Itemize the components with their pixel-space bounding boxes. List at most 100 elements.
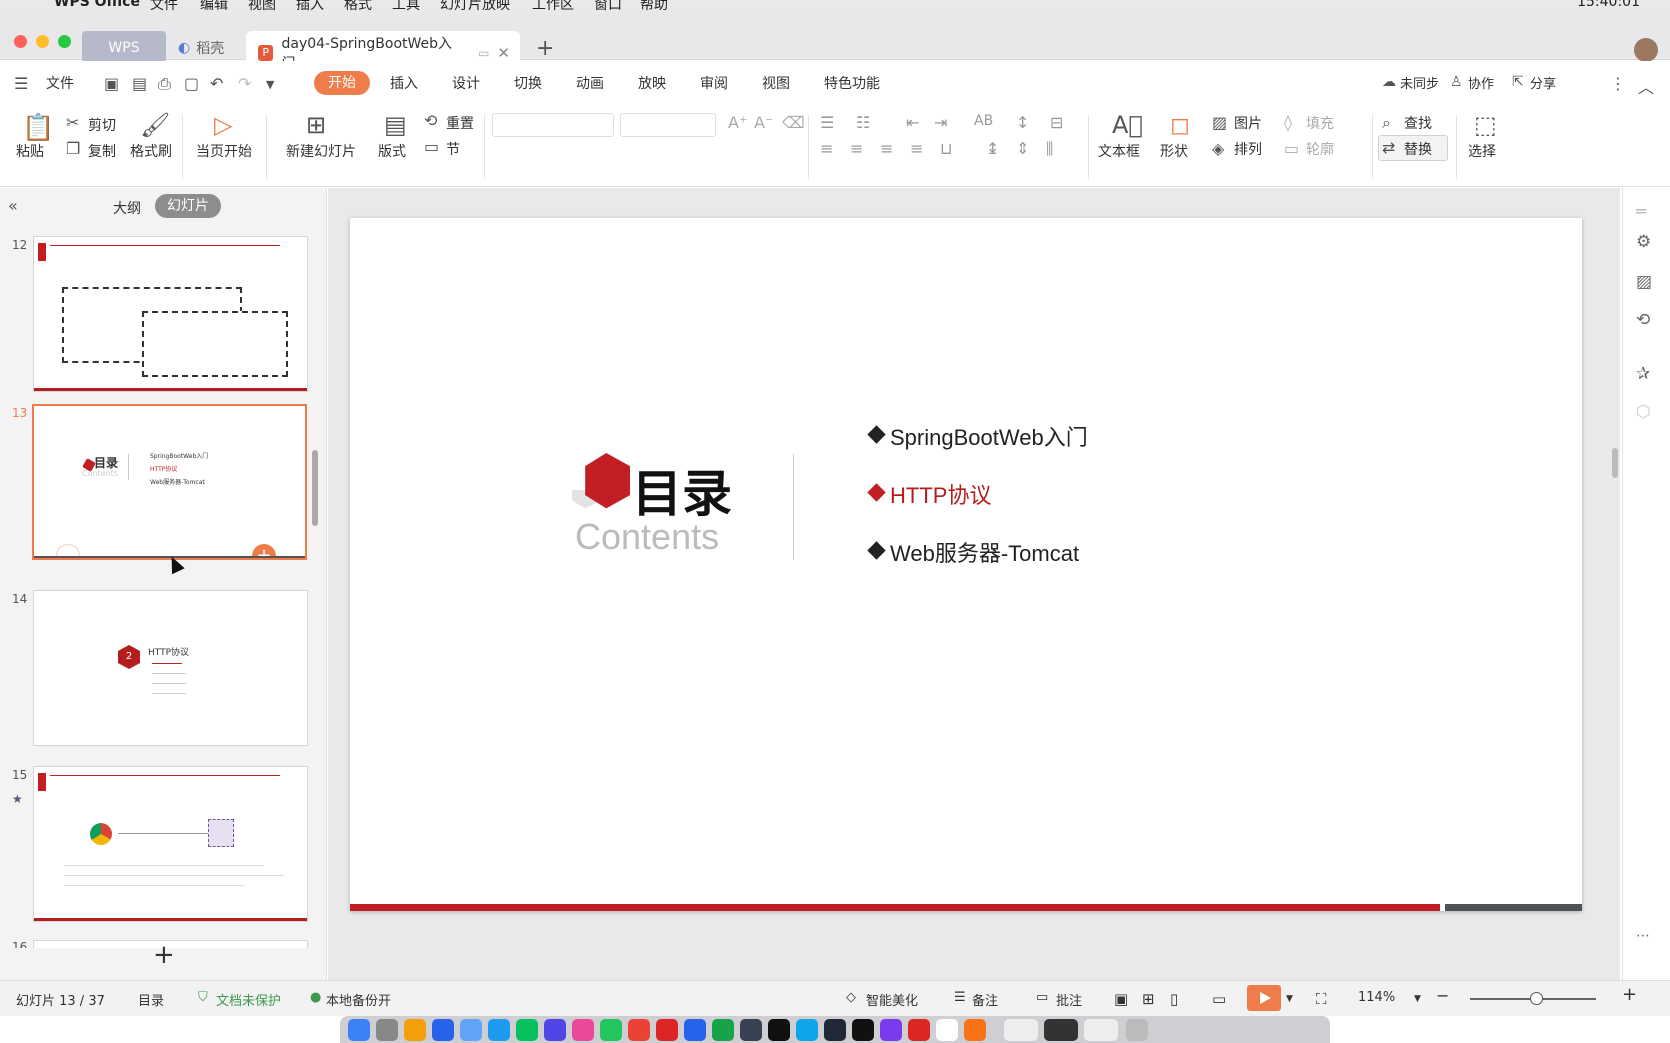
image-library-icon[interactable]: ▨ [1636, 272, 1652, 292]
close-window-button[interactable] [14, 35, 27, 48]
shape-button[interactable]: 形状 [1160, 141, 1188, 161]
datagrip-icon[interactable] [852, 1019, 874, 1041]
menubar-app-name[interactable]: WPS Office [54, 0, 140, 10]
smart-beautify-button[interactable]: 智能美化 [866, 990, 918, 1009]
zoom-in-icon[interactable]: + [1622, 984, 1637, 1005]
zoom-level[interactable]: 114% [1358, 990, 1395, 1005]
increase-indent-icon[interactable]: ⇥ [934, 113, 947, 132]
bullet-list-icon[interactable]: ☰ [820, 113, 834, 132]
tab-slides[interactable]: 幻灯片 [155, 194, 221, 218]
app-icon[interactable] [432, 1019, 454, 1041]
play-from-current-icon[interactable]: ▷ [214, 111, 232, 139]
zoom-window-button[interactable] [58, 35, 71, 48]
canvas-scrollbar[interactable] [1610, 188, 1620, 980]
find-button[interactable]: 查找 [1404, 113, 1432, 133]
paragraph-spacing-icon[interactable]: ⇕ [1016, 139, 1029, 158]
layout-button[interactable]: 版式 [378, 141, 406, 161]
collab-button[interactable]: 协作 [1468, 73, 1494, 92]
line-spacing-icon[interactable]: ↨ [986, 139, 999, 158]
tab-pin-icon[interactable]: ▭ [478, 46, 489, 60]
format-painter-button[interactable]: 格式刷 [130, 141, 172, 161]
app-icon[interactable] [544, 1019, 566, 1041]
tab-outline[interactable]: 大纲 [113, 198, 141, 218]
section-icon[interactable]: ▭ [424, 137, 439, 156]
collapse-panel-icon[interactable]: « [8, 196, 18, 215]
outline-icon[interactable]: ▭ [1284, 139, 1299, 158]
ribbon-tab-view[interactable]: 视图 [762, 73, 790, 93]
zoom-dropdown-icon[interactable]: ▼ [1414, 994, 1421, 1004]
menubar-item-workspace[interactable]: 工作区 [532, 0, 574, 14]
menubar-item-window[interactable]: 窗口 [594, 0, 622, 14]
layout-icon[interactable]: ▤ [384, 111, 407, 139]
zoom-out-icon[interactable]: − [1436, 986, 1449, 1005]
align-center-icon[interactable]: ≡ [850, 139, 863, 158]
picture-button[interactable]: 图片 [1234, 113, 1262, 133]
youdao-icon[interactable] [656, 1019, 678, 1041]
comment-button[interactable]: 批注 [1056, 990, 1082, 1009]
menubar-item-edit[interactable]: 编辑 [200, 0, 228, 14]
clear-format-icon[interactable]: ⌫ [782, 113, 805, 132]
finder-icon[interactable] [348, 1019, 370, 1041]
toc-item[interactable]: SpringBootWeb入门 [890, 420, 1088, 452]
drag-handle-icon[interactable]: ═ [1636, 202, 1646, 222]
select-icon[interactable]: ⬚ [1474, 111, 1497, 139]
local-backup-status[interactable]: 本地备份开 [326, 990, 391, 1009]
more-options-icon[interactable]: ⋮ [1610, 74, 1626, 93]
reading-view-icon[interactable]: ▯ [1170, 990, 1178, 1008]
slide-thumbnail-15[interactable] [33, 766, 308, 922]
slide-panel-scrollbar[interactable] [312, 450, 318, 526]
reset-icon[interactable]: ⟲ [424, 111, 437, 130]
slide-13[interactable]: 目录 Contents SpringBootWeb入门 HTTP协议 Web服务… [350, 218, 1582, 911]
ribbon-tab-insert[interactable]: 插入 [390, 73, 418, 93]
close-tab-icon[interactable]: ✕ [497, 44, 510, 62]
cut-button[interactable]: 剪切 [88, 115, 116, 135]
sort-icon[interactable]: ↕ [1016, 113, 1029, 132]
textbox-button[interactable]: 文本框 [1098, 141, 1140, 161]
paste-icon[interactable]: 📋 [22, 113, 54, 143]
paste-button[interactable]: 粘贴 [16, 141, 44, 161]
menubar-item-help[interactable]: 帮助 [640, 0, 668, 14]
toc-item[interactable]: Web服务器-Tomcat [890, 536, 1079, 568]
tab-wps[interactable]: WPS [82, 31, 166, 64]
decrease-indent-icon[interactable]: ⇤ [906, 113, 919, 132]
ribbon-tab-review[interactable]: 审阅 [700, 73, 728, 93]
app-store-icon[interactable] [460, 1019, 482, 1041]
slideshow-dropdown-icon[interactable]: ▼ [1286, 994, 1293, 1004]
undo-icon[interactable]: ↶ [210, 74, 223, 93]
terminal-icon[interactable] [768, 1019, 790, 1041]
window-preview-icon[interactable] [1084, 1019, 1118, 1041]
ribbon-tab-design[interactable]: 设计 [452, 73, 480, 93]
print-icon[interactable]: ⎙ [158, 74, 171, 94]
app-icon[interactable] [684, 1019, 706, 1041]
window-preview-icon[interactable] [1004, 1019, 1038, 1041]
outline-button[interactable]: 轮廓 [1306, 139, 1334, 159]
menubar-item-view[interactable]: 视图 [248, 0, 276, 14]
columns-icon[interactable]: ⫼ [1046, 139, 1053, 159]
app-icon[interactable] [600, 1019, 622, 1041]
align-text-icon[interactable]: ⊟ [1050, 113, 1063, 132]
reset-button[interactable]: 重置 [446, 113, 474, 133]
sublime-icon[interactable] [964, 1019, 986, 1041]
distribute-icon[interactable]: ⊔ [940, 139, 952, 158]
numbered-list-icon[interactable]: ☷ [856, 113, 870, 132]
ribbon-tab-slideshow[interactable]: 放映 [638, 73, 666, 93]
start-slideshow-button[interactable] [1247, 985, 1281, 1011]
redo-icon[interactable]: ↷ [238, 74, 251, 93]
slide-sorter-icon[interactable]: ⊞ [1142, 990, 1155, 1008]
quick-access-dropdown-icon[interactable]: ▼ [266, 78, 274, 91]
zoom-slider-handle[interactable] [1530, 992, 1543, 1005]
print-preview-icon[interactable]: ▢ [184, 74, 199, 93]
new-tab-button[interactable]: + [536, 36, 554, 61]
font-increase-icon[interactable]: A⁺ [728, 113, 747, 132]
launchpad-icon[interactable] [404, 1019, 426, 1041]
fit-to-window-icon[interactable]: ⛶ [1316, 990, 1327, 1008]
cut-icon[interactable]: ✂ [66, 113, 79, 132]
picture-icon[interactable]: ▨ [1212, 113, 1227, 132]
fill-icon[interactable]: ◊ [1284, 113, 1292, 132]
history-icon[interactable]: ⟲ [1636, 310, 1650, 330]
typora-icon[interactable] [936, 1019, 958, 1041]
collapse-ribbon-icon[interactable]: ︿ [1638, 74, 1654, 98]
tab-daoke[interactable]: ◐ 稻壳 [168, 31, 244, 64]
save-icon[interactable]: ▣ [104, 74, 119, 93]
minimize-window-button[interactable] [36, 35, 49, 48]
